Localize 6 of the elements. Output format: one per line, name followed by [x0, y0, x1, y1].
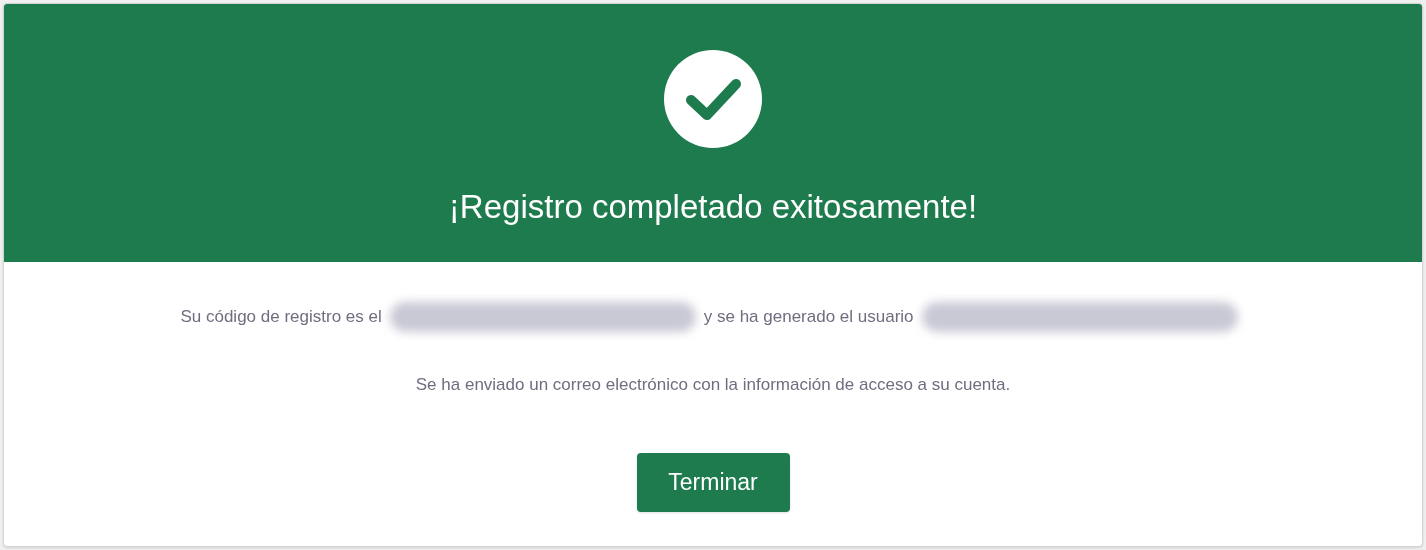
success-title: ¡Registro completado exitosamente! [448, 187, 978, 227]
finish-button[interactable]: Terminar [636, 452, 790, 512]
user-label: y se ha generado el usuario [703, 306, 914, 329]
code-label: Su código de registro es el [180, 306, 382, 329]
checkmark-icon [664, 50, 762, 148]
email-note: Se ha enviado un correo electrónico con la información de acceso a su cuenta. [415, 374, 1011, 396]
